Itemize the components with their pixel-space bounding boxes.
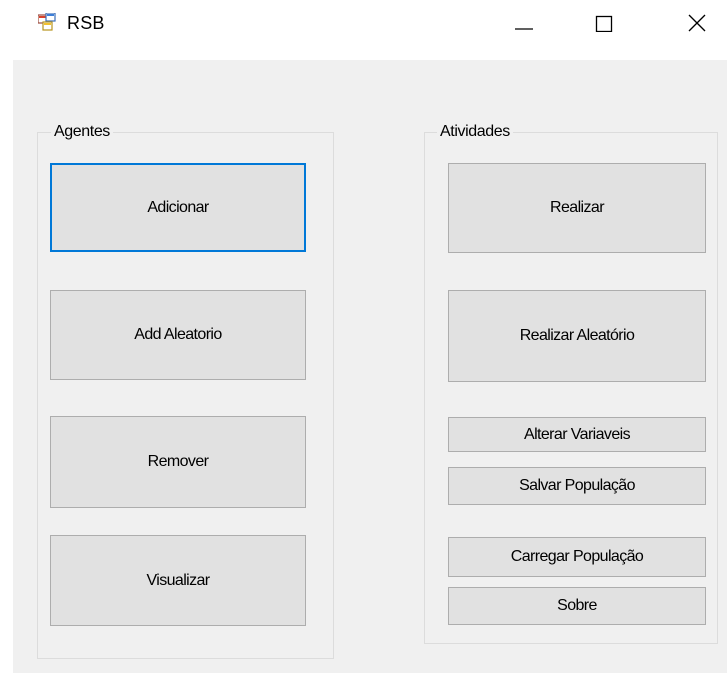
agentes-group-label: Agentes: [51, 121, 113, 143]
realizar-button[interactable]: Realizar: [448, 163, 706, 253]
maximize-icon: [595, 15, 613, 32]
remover-button[interactable]: Remover: [50, 416, 306, 508]
sobre-button[interactable]: Sobre: [448, 587, 706, 625]
atividades-group-label: Atividades: [437, 121, 513, 143]
minimize-icon: [515, 28, 533, 30]
salvar-populacao-button[interactable]: Salvar População: [448, 467, 706, 505]
add-aleatorio-button[interactable]: Add Aleatorio: [50, 290, 306, 380]
title-bar[interactable]: RSB: [0, 0, 727, 60]
carregar-populacao-button[interactable]: Carregar População: [448, 537, 706, 577]
realizar-aleatorio-button[interactable]: Realizar Aleatório: [448, 290, 706, 382]
form-client-area: Agentes Atividades Adicionar Add Aleator…: [13, 60, 727, 673]
alterar-variaveis-button[interactable]: Alterar Variaveis: [448, 417, 706, 452]
app-window-icon[interactable]: [38, 13, 56, 31]
maximize-button[interactable]: [575, 0, 635, 44]
app-window: RSB Agentes Atividades Adicionar Add Ale…: [0, 0, 727, 673]
window-title: RSB: [67, 13, 105, 33]
close-icon: [688, 14, 706, 32]
adicionar-button[interactable]: Adicionar: [50, 163, 306, 252]
minimize-button[interactable]: [494, 0, 554, 44]
close-button[interactable]: [667, 0, 727, 44]
visualizar-button[interactable]: Visualizar: [50, 535, 306, 626]
